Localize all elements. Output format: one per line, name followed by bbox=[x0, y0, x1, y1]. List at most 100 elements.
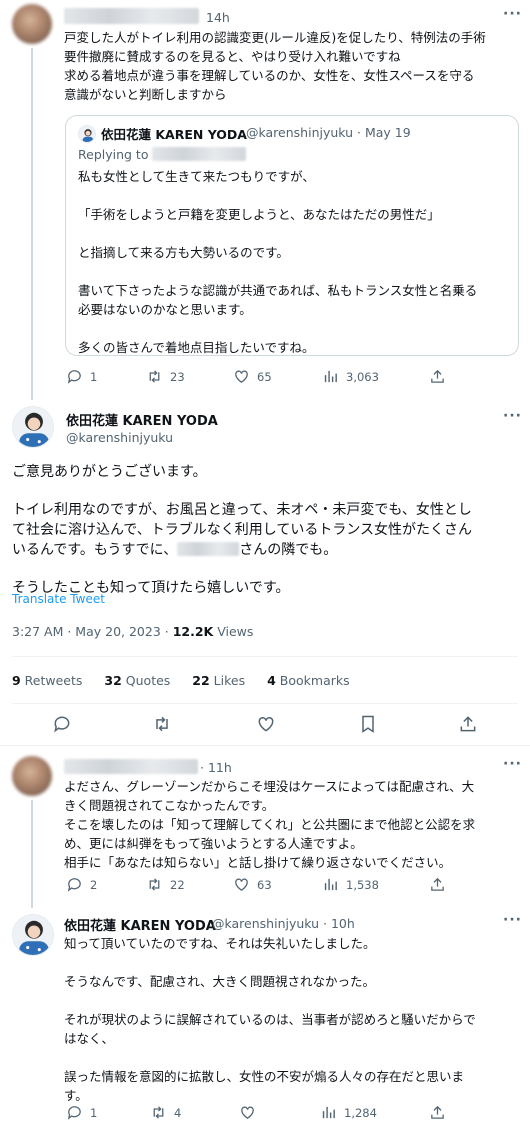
retweet-button[interactable] bbox=[152, 714, 172, 734]
reply-button[interactable]: 2 bbox=[66, 876, 97, 893]
bookmark-button[interactable] bbox=[358, 714, 378, 734]
more-icon[interactable]: ··· bbox=[503, 6, 522, 22]
main-tweet-text: ご意見ありがとうございます。 トイレ利用なのですが、お風呂と違って、未オペ・未戸… bbox=[12, 462, 472, 598]
tweet-line: 知って頂いていたのですね、それは失礼いたしました。 bbox=[64, 936, 376, 951]
divider bbox=[12, 656, 518, 657]
avatar-redacted[interactable] bbox=[12, 4, 52, 44]
reply-icon bbox=[54, 716, 70, 733]
main-line: さんの隣でも。 bbox=[239, 542, 338, 558]
like-icon bbox=[235, 370, 248, 383]
retweet-button[interactable]: 4 bbox=[150, 1104, 181, 1121]
bookmarks-stat[interactable]: 4 Bookmarks bbox=[267, 673, 350, 688]
tweet-line: 戸変した人がトイレ利用の認識変更(ルール違反)を促したり、特例法の手術 bbox=[64, 30, 486, 45]
like-icon bbox=[258, 716, 274, 732]
quote-author-handle[interactable]: @karenshinjyuku · May 19 bbox=[246, 125, 411, 140]
share-icon bbox=[431, 1105, 444, 1119]
views-button[interactable]: 1,538 bbox=[322, 876, 379, 893]
like-count: 63 bbox=[257, 877, 272, 892]
redacted-username bbox=[64, 8, 199, 24]
avatar-redacted[interactable] bbox=[12, 756, 52, 796]
bookmark-icon bbox=[362, 715, 374, 733]
more-icon[interactable]: ··· bbox=[503, 912, 522, 928]
quote-line: 必要はないのかなと思います。 bbox=[78, 302, 252, 317]
retweets-stat[interactable]: 9 Retweets bbox=[12, 673, 82, 688]
share-button[interactable] bbox=[429, 368, 446, 385]
like-button[interactable]: 63 bbox=[233, 876, 272, 893]
avatar[interactable] bbox=[12, 914, 54, 956]
retweet-button[interactable]: 22 bbox=[146, 876, 185, 893]
quotes-stat[interactable]: 32 Quotes bbox=[104, 673, 170, 688]
tweet-line: よださん、グレーゾーンだからこそ埋没はケースによっては配慮され、大 bbox=[64, 779, 475, 794]
retweet-count: 23 bbox=[170, 369, 185, 384]
reply-button[interactable] bbox=[52, 714, 72, 734]
quoted-tweet[interactable]: 依田花蓮 KAREN YODA @karenshinjyuku · May 19… bbox=[65, 115, 519, 356]
reply-count: 2 bbox=[90, 877, 98, 892]
tweet-line: そこを壊したのは「知って理解してくれ」と公共圏にまで他認と公認を求 bbox=[64, 817, 476, 832]
quote-text: 私も女性として生きて来たつもりですが、 「手術をしようと戸籍を変更しようと、あな… bbox=[78, 167, 477, 357]
like-button[interactable] bbox=[239, 1104, 263, 1121]
like-icon bbox=[241, 1106, 254, 1119]
reply-button[interactable]: 1 bbox=[66, 1104, 97, 1121]
retweet-button[interactable]: 23 bbox=[146, 368, 185, 385]
retweet-count: 4 bbox=[174, 1105, 182, 1120]
views-button[interactable]: 1,284 bbox=[320, 1104, 377, 1121]
tweet-line: そうなんです、配慮され、大きく問題視されなかった。 bbox=[64, 974, 376, 989]
main-line: トイレ利用なのですが、お風呂と違って、未オペ・未戸変でも、女性とし bbox=[12, 502, 472, 518]
main-author-handle[interactable]: @karenshinjyuku bbox=[66, 430, 173, 445]
timestamp[interactable]: 3:27 AM · May 20, 2023 · bbox=[12, 624, 173, 639]
share-button[interactable] bbox=[429, 1104, 446, 1121]
tweet-text: 戸変した人がトイレ利用の認識変更(ルール違反)を促したり、特例法の手術 要件撤廃… bbox=[64, 28, 486, 104]
views-label: Views bbox=[213, 624, 254, 639]
author-handle[interactable]: @karenshinjyuku · 10h bbox=[212, 916, 355, 931]
quote-line: 「手術をしようと戸籍を変更しようと、あなたはただの男性だ」 bbox=[78, 207, 440, 222]
reply-icon bbox=[67, 878, 81, 892]
more-icon[interactable]: ··· bbox=[503, 408, 522, 424]
tweet-line: め、更には糾弾をもって強いようとする人達ですよ。 bbox=[64, 836, 363, 851]
author-name[interactable]: 依田花蓮 KAREN YODA bbox=[64, 915, 216, 934]
tweet-time[interactable]: 14h bbox=[206, 10, 230, 25]
share-button[interactable] bbox=[458, 714, 478, 734]
retweet-icon bbox=[149, 370, 160, 383]
views-button[interactable]: 3,063 bbox=[322, 368, 379, 385]
retweet-icon bbox=[153, 1106, 164, 1119]
karen-avatar-icon bbox=[19, 920, 49, 955]
thread-line bbox=[31, 48, 33, 400]
tweet-line: それが現状のように誤解されているのは、当事者が認めろと騒いだからで bbox=[64, 1012, 476, 1027]
tweet-line: す。 bbox=[64, 1088, 88, 1103]
main-line: いるんです。もうすでに、 bbox=[12, 542, 178, 558]
main-line: て社会に溶け込んで、トラブルなく利用しているトランス女性がたくさん bbox=[12, 522, 473, 538]
retweet-icon bbox=[156, 716, 168, 732]
likes-stat[interactable]: 22 Likes bbox=[192, 673, 245, 688]
main-avatar[interactable] bbox=[12, 406, 54, 448]
reply-button[interactable]: 1 bbox=[66, 368, 97, 385]
tweet-line: 求める着地点が違う事を理解しているのか、女性を、女性スペースを守る bbox=[64, 68, 475, 83]
like-button[interactable] bbox=[256, 714, 276, 734]
main-author-name[interactable]: 依田花蓮 KAREN YODA bbox=[66, 410, 218, 429]
tweet-line: 相手に「あなたは知らない」と話し掛けて繰り返さないでください。 bbox=[64, 855, 452, 870]
quote-line: 書いて下さったような認識が共通であれば、私もトランス女性と名乗る bbox=[78, 283, 478, 298]
redacted-username bbox=[64, 759, 198, 774]
redacted-name bbox=[177, 542, 240, 556]
karen-avatar-icon bbox=[82, 129, 94, 142]
views-icon bbox=[324, 370, 337, 383]
tweet-text: よださん、グレーゾーンだからこそ埋没はケースによっては配慮され、大 きく問題視さ… bbox=[64, 777, 475, 872]
tweet-line: 誤った情報を意図的に拡散し、女性の不安が煽る人々の存在だと思いま bbox=[64, 1069, 465, 1084]
tweet-line: はなく、 bbox=[64, 1031, 115, 1046]
main-line: ご意見ありがとうございます。 bbox=[12, 464, 207, 480]
quote-line: 多くの皆さんで着地点目指したいですね。 bbox=[78, 340, 315, 355]
like-button[interactable]: 65 bbox=[233, 368, 272, 385]
quote-avatar[interactable] bbox=[78, 125, 96, 143]
divider bbox=[0, 745, 530, 746]
tweet-line: 要件撤廃に賛成するのを見ると、やはり受け入れ難いですね bbox=[64, 49, 401, 64]
tweet-time[interactable]: · 11h bbox=[200, 760, 232, 775]
retweet-icon bbox=[149, 878, 160, 891]
views-total: 12.2K bbox=[172, 624, 214, 639]
tweet-line: きく問題視されてこなかったんです。 bbox=[64, 798, 275, 813]
more-icon[interactable]: ··· bbox=[503, 756, 522, 772]
quote-author-name[interactable]: 依田花蓮 KAREN YODA bbox=[101, 124, 247, 143]
stats-row: 9 Retweets 32 Quotes 22 Likes 4 Bookmark… bbox=[12, 673, 350, 688]
share-button[interactable] bbox=[429, 876, 446, 893]
reply-count: 1 bbox=[90, 369, 98, 384]
quote-line: 私も女性として生きて来たつもりですが、 bbox=[78, 169, 315, 184]
translate-tweet-link[interactable]: Translate Tweet bbox=[12, 592, 105, 606]
